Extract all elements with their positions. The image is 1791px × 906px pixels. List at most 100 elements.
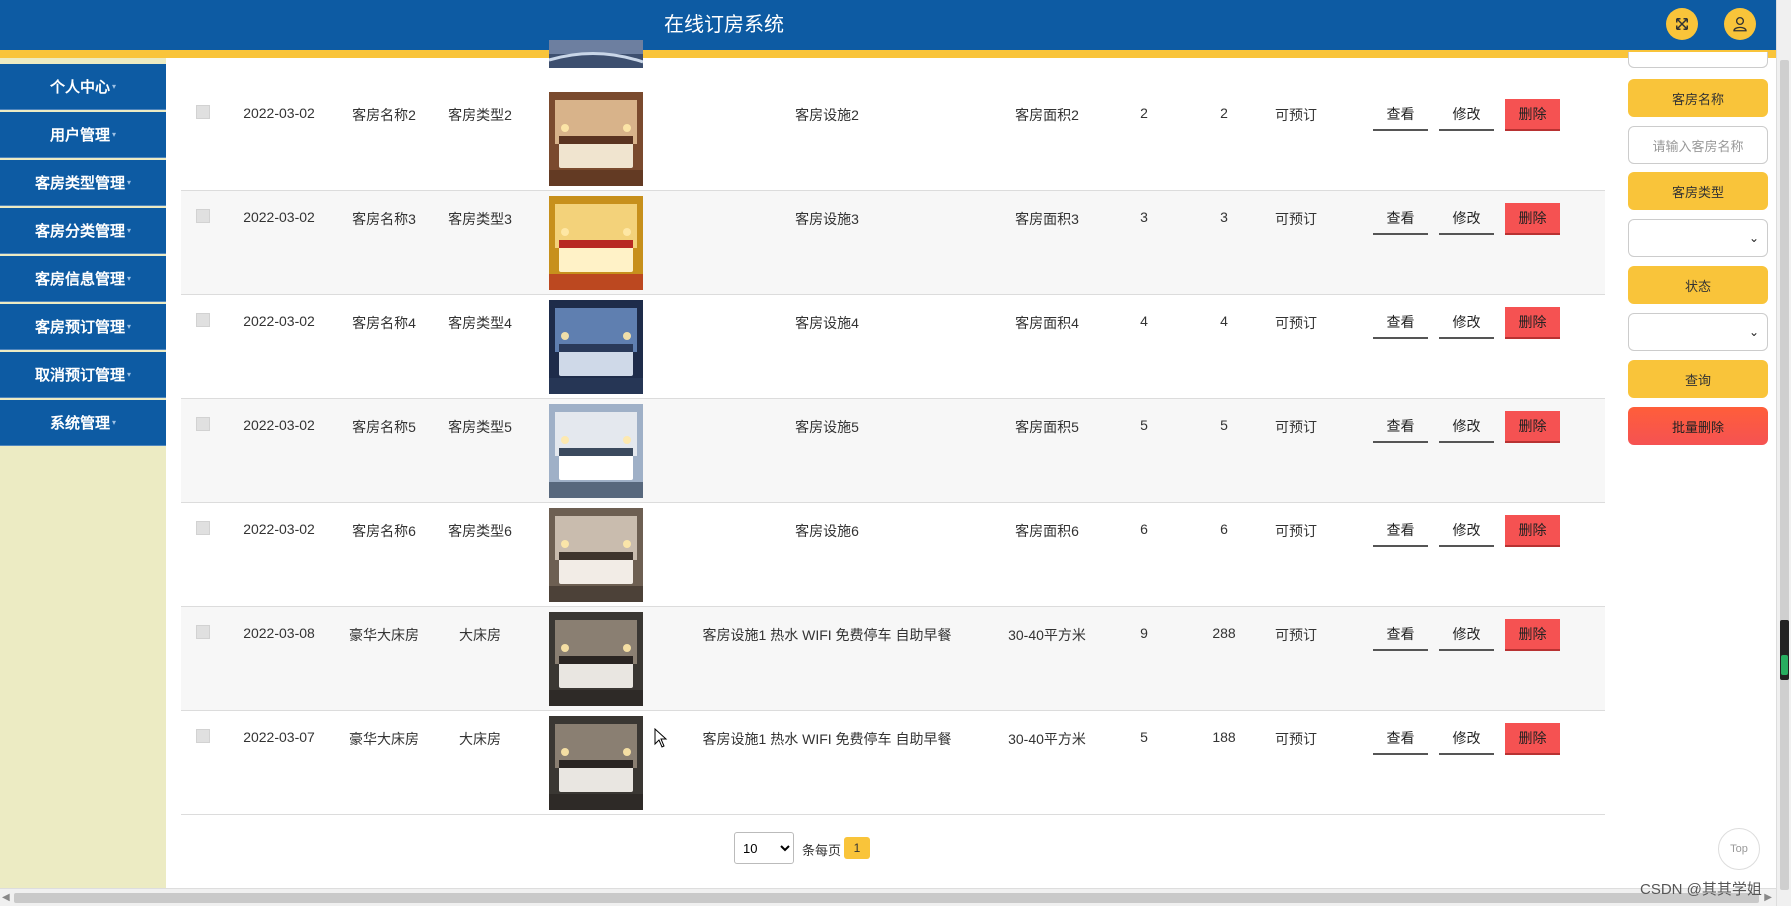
horizontal-scroll-thumb[interactable] bbox=[14, 893, 1759, 903]
row-checkbox[interactable] bbox=[196, 313, 210, 327]
per-page-label: 条每页 bbox=[802, 843, 842, 858]
cell-type: 客房类型3 bbox=[448, 211, 512, 227]
chevron-down-icon: ▾ bbox=[127, 178, 132, 187]
delete-button[interactable]: 删除 bbox=[1505, 515, 1560, 547]
cell-col_b: 5 bbox=[1220, 417, 1228, 433]
room-thumbnail bbox=[549, 196, 643, 290]
sidebar-item[interactable]: 取消预订管理 ▾ bbox=[0, 352, 166, 398]
view-button[interactable]: 查看 bbox=[1373, 515, 1428, 547]
room-thumbnail bbox=[549, 508, 643, 602]
edit-button[interactable]: 修改 bbox=[1439, 99, 1494, 131]
room-type-select[interactable]: ⌄ bbox=[1628, 219, 1768, 257]
row-checkbox[interactable] bbox=[196, 625, 210, 639]
delete-button[interactable]: 删除 bbox=[1505, 307, 1560, 339]
room-thumbnail bbox=[549, 716, 643, 810]
sidebar-item[interactable]: 个人中心 ▾ bbox=[0, 64, 166, 110]
sidebar-item[interactable]: 用户管理 ▾ bbox=[0, 112, 166, 158]
edit-button[interactable]: 修改 bbox=[1439, 307, 1494, 339]
room-thumbnail bbox=[549, 300, 643, 394]
sidebar-item[interactable]: 客房类型管理 ▾ bbox=[0, 160, 166, 206]
partial-room-thumbnail bbox=[549, 40, 643, 68]
edit-button[interactable]: 修改 bbox=[1439, 619, 1494, 651]
page-number-current[interactable]: 1 bbox=[844, 837, 870, 859]
view-button[interactable]: 查看 bbox=[1373, 99, 1428, 131]
back-to-top-button[interactable]: Top bbox=[1718, 828, 1760, 870]
cell-facility: 客房设施3 bbox=[795, 211, 859, 227]
vertical-scrollbar[interactable] bbox=[1776, 0, 1791, 906]
cell-col_b: 2 bbox=[1220, 105, 1228, 121]
cell-date: 2022-03-02 bbox=[243, 105, 315, 121]
sidebar-item-label: 取消预订管理 bbox=[34, 367, 125, 384]
cell-type: 客房类型5 bbox=[448, 419, 512, 435]
table-row: 2022-03-08 豪华大床房 大床房 客房设施1 热水 WIFI 免费停车 自助早… bbox=[181, 607, 1605, 711]
cell-col_b: 188 bbox=[1212, 729, 1236, 745]
chevron-down-icon: ▾ bbox=[127, 322, 132, 331]
view-button[interactable]: 查看 bbox=[1373, 619, 1428, 651]
row-checkbox[interactable] bbox=[196, 521, 210, 535]
row-checkbox[interactable] bbox=[196, 417, 210, 431]
cell-status: 可预订 bbox=[1275, 211, 1317, 227]
cell-name: 豪华大床房 bbox=[349, 627, 419, 643]
cell-status: 可预订 bbox=[1275, 627, 1317, 643]
delete-button[interactable]: 删除 bbox=[1505, 619, 1560, 651]
cell-area: 客房面积2 bbox=[1015, 107, 1079, 123]
cell-facility: 客房设施1 热水 WIFI 免费停车 自助早餐 bbox=[702, 731, 952, 747]
cell-facility: 客房设施5 bbox=[795, 419, 859, 435]
view-button[interactable]: 查看 bbox=[1373, 723, 1428, 755]
cell-col_a: 5 bbox=[1140, 729, 1148, 745]
delete-button[interactable]: 删除 bbox=[1505, 99, 1560, 131]
edit-button[interactable]: 修改 bbox=[1439, 203, 1494, 235]
sidebar-item[interactable]: 客房预订管理 ▾ bbox=[0, 304, 166, 350]
sidebar-item[interactable]: 客房信息管理 ▾ bbox=[0, 256, 166, 302]
sidebar-item[interactable]: 系统管理 ▾ bbox=[0, 400, 166, 446]
page-size-select[interactable]: 10 bbox=[734, 832, 794, 864]
view-button[interactable]: 查看 bbox=[1373, 307, 1428, 339]
cell-area: 客房面积6 bbox=[1015, 523, 1079, 539]
mouse-cursor-icon bbox=[654, 728, 668, 748]
table-row: 2022-03-02 客房名称4 客房类型4 客房设施4 客房面积4 4 4 可预订 查看 修改删… bbox=[181, 295, 1605, 399]
cell-col_b: 3 bbox=[1220, 209, 1228, 225]
cell-type: 客房类型6 bbox=[448, 523, 512, 539]
cell-date: 2022-03-08 bbox=[243, 625, 315, 641]
row-checkbox[interactable] bbox=[196, 729, 210, 743]
view-button[interactable]: 查看 bbox=[1373, 411, 1428, 443]
edit-button[interactable]: 修改 bbox=[1439, 723, 1494, 755]
app-title: 在线订房系统 bbox=[664, 14, 784, 36]
batch-delete-button[interactable]: 批量删除 bbox=[1628, 407, 1768, 445]
cell-area: 客房面积3 bbox=[1015, 211, 1079, 227]
delete-button[interactable]: 删除 bbox=[1505, 203, 1560, 235]
edit-button[interactable]: 修改 bbox=[1439, 515, 1494, 547]
table-row: 2022-03-02 客房名称6 客房类型6 客房设施6 客房面积6 6 6 可预订 查看 修改删… bbox=[181, 503, 1605, 607]
delete-button[interactable]: 删除 bbox=[1505, 411, 1560, 443]
chevron-down-icon: ▾ bbox=[112, 82, 117, 91]
cell-facility: 客房设施4 bbox=[795, 315, 859, 331]
user-button[interactable] bbox=[1724, 8, 1756, 40]
sidebar-item[interactable]: 客房分类管理 ▾ bbox=[0, 208, 166, 254]
delete-button[interactable]: 删除 bbox=[1505, 723, 1560, 755]
room-thumbnail bbox=[549, 404, 643, 498]
cell-date: 2022-03-02 bbox=[243, 521, 315, 537]
table-row: 2022-03-07 豪华大床房 大床房 客房设施1 热水 WIFI 免费停车 自助早… bbox=[181, 711, 1605, 815]
chevron-down-icon: ⌄ bbox=[1748, 325, 1759, 339]
horizontal-scrollbar[interactable]: ◀ ▶ bbox=[0, 888, 1776, 906]
sidebar-item-label: 客房类型管理 bbox=[34, 175, 125, 192]
scroll-right-icon[interactable]: ▶ bbox=[1764, 892, 1772, 903]
edit-button[interactable]: 修改 bbox=[1439, 411, 1494, 443]
vertical-scroll-thumb[interactable] bbox=[1780, 60, 1789, 890]
row-checkbox[interactable] bbox=[196, 209, 210, 223]
status-select[interactable]: ⌄ bbox=[1628, 313, 1768, 351]
search-button[interactable]: 查询 bbox=[1628, 360, 1768, 398]
row-checkbox[interactable] bbox=[196, 105, 210, 119]
fullscreen-button[interactable] bbox=[1666, 8, 1698, 40]
status-label: 状态 bbox=[1628, 266, 1768, 304]
cell-type: 客房类型4 bbox=[448, 315, 512, 331]
table-row: 2022-03-02 客房名称3 客房类型3 客房设施3 客房面积3 3 3 可预订 查看 修改删… bbox=[181, 191, 1605, 295]
cell-name: 客房名称6 bbox=[352, 523, 416, 539]
view-button[interactable]: 查看 bbox=[1373, 203, 1428, 235]
room-name-search-input[interactable]: 请输入客房名称 bbox=[1628, 126, 1768, 164]
chevron-down-icon: ▾ bbox=[112, 130, 117, 139]
cell-type: 大床房 bbox=[459, 627, 501, 643]
scroll-left-icon[interactable]: ◀ bbox=[2, 892, 10, 903]
expand-icon bbox=[1676, 18, 1688, 30]
cell-type: 大床房 bbox=[459, 731, 501, 747]
